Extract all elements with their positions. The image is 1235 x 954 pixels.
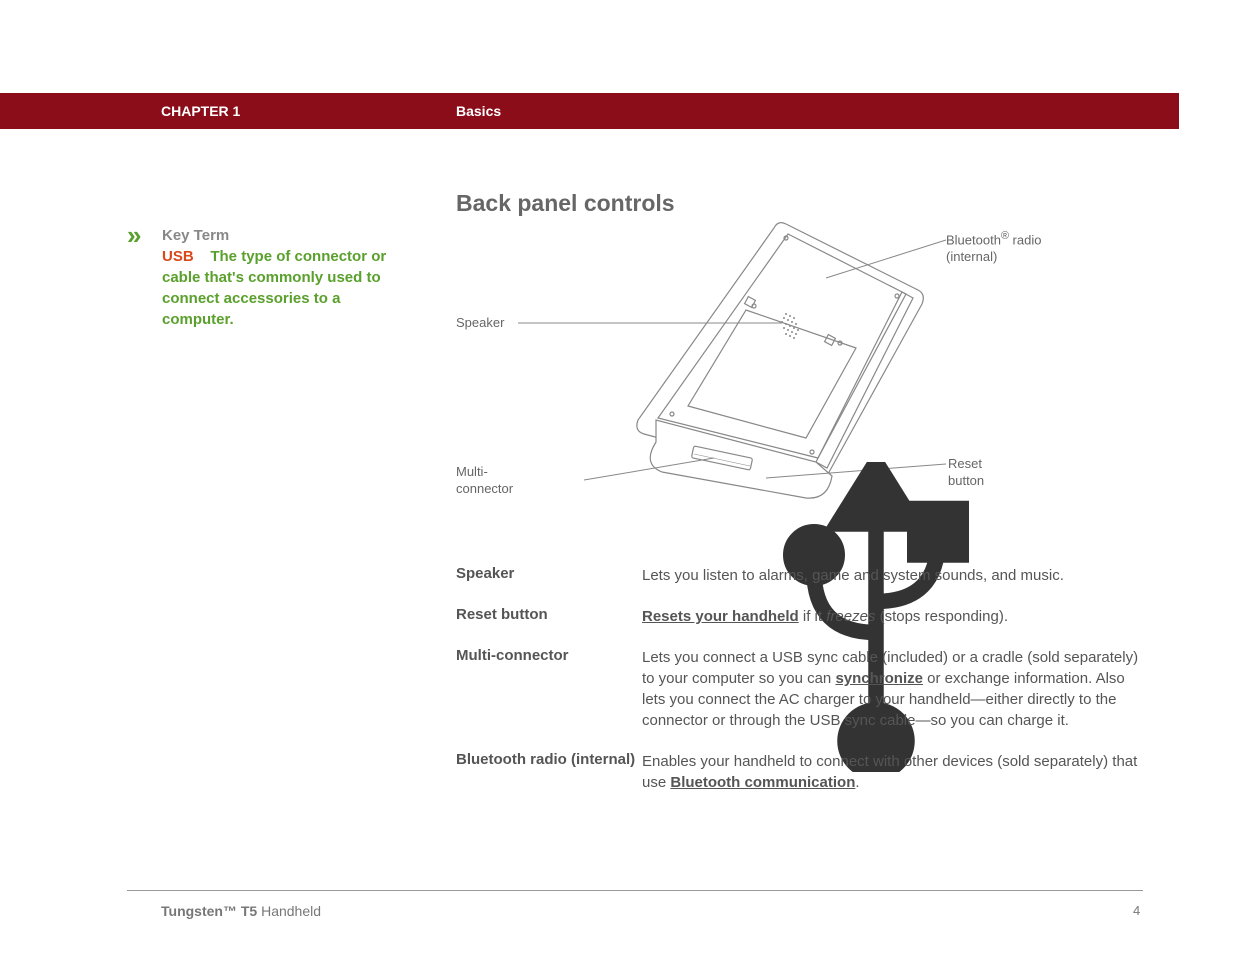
definition-term: Reset button xyxy=(456,606,642,627)
definition-row: Bluetooth radio (internal)Enables your h… xyxy=(456,751,1146,793)
definitions-list: SpeakerLets you listen to alarms, game a… xyxy=(456,565,1146,813)
inline-text: Lets you listen to alarms, game and syst… xyxy=(642,567,1064,584)
definition-body: Lets you listen to alarms, game and syst… xyxy=(642,565,1146,586)
footer-rule xyxy=(127,890,1143,891)
back-panel-diagram: Bluetooth® radio (internal) Speaker Mult… xyxy=(456,218,1136,528)
key-term-marker-icon: » xyxy=(127,225,141,245)
footer-page-number: 4 xyxy=(1133,903,1140,918)
inline-link[interactable]: synchronize xyxy=(835,670,923,687)
definition-body: Resets your handheld if it freezes (stop… xyxy=(642,606,1146,627)
section-label: Basics xyxy=(456,103,501,119)
inline-text: . xyxy=(855,774,859,791)
inline-text: (stops responding). xyxy=(875,608,1008,625)
chapter-label: CHAPTER 1 xyxy=(161,103,240,119)
inline-link[interactable]: Bluetooth communication xyxy=(670,774,855,791)
diagram-label-bluetooth: Bluetooth® radio (internal) xyxy=(946,229,1041,266)
definition-row: Reset buttonResets your handheld if it f… xyxy=(456,606,1146,627)
inline-text: if it xyxy=(799,608,827,625)
definition-term: Bluetooth radio (internal) xyxy=(456,751,642,793)
key-term-word: USB xyxy=(162,248,194,265)
key-term-heading: Key Term xyxy=(162,227,229,244)
key-term-definition-text: The type of connector or cable that's co… xyxy=(162,248,386,328)
definition-term: Multi-connector xyxy=(456,647,642,731)
key-term-sidebar: » Key Term USB The type of connector or … xyxy=(127,225,397,330)
definition-body: Enables your handheld to connect with ot… xyxy=(642,751,1146,793)
definition-body: Lets you connect a USB sync cable (inclu… xyxy=(642,647,1146,731)
inline-italic: freezes xyxy=(826,608,875,625)
definition-term: Speaker xyxy=(456,565,642,586)
diagram-label-multiconnector: Multi-connector xyxy=(456,464,513,498)
page-title: Back panel controls xyxy=(456,190,675,217)
definition-row: SpeakerLets you listen to alarms, game a… xyxy=(456,565,1146,586)
header-bar: CHAPTER 1 Basics xyxy=(0,93,1179,129)
key-term-definition xyxy=(198,248,211,265)
inline-link[interactable]: Resets your handheld xyxy=(642,608,799,625)
diagram-label-speaker: Speaker xyxy=(456,315,504,332)
definition-row: Multi-connectorLets you connect a USB sy… xyxy=(456,647,1146,731)
footer-product: Tungsten™ T5 Handheld xyxy=(161,903,321,919)
diagram-label-reset: Resetbutton xyxy=(948,456,984,490)
